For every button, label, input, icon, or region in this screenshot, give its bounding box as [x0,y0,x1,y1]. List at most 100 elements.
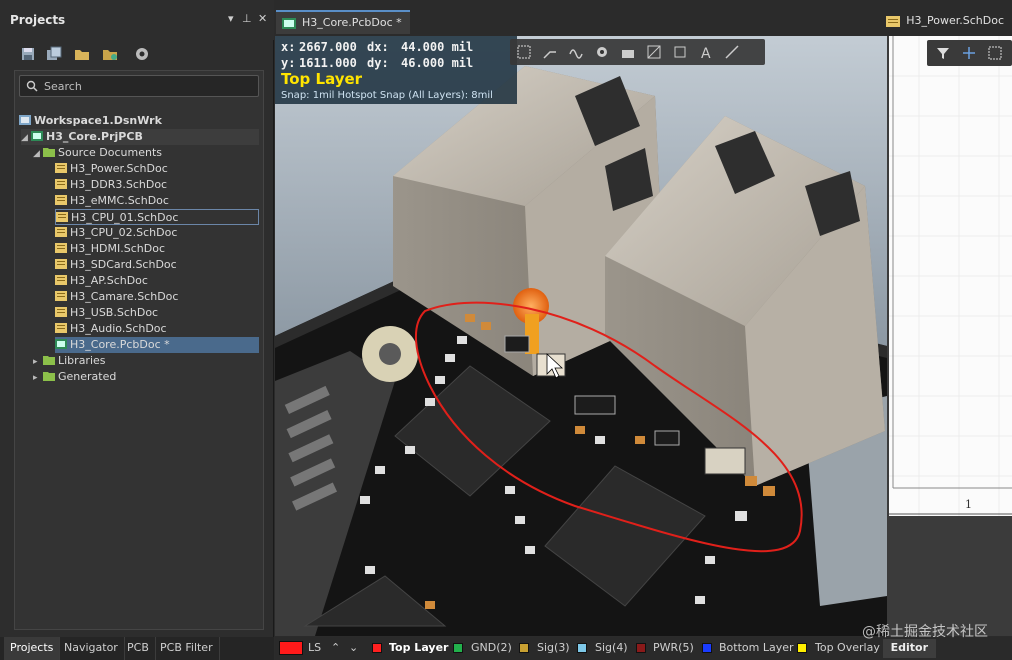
search-placeholder: Search [44,80,82,93]
layer-swatch-gnd [453,643,463,653]
scroll-up-icon[interactable]: ⌃ [331,641,340,654]
editor-tab[interactable]: Editor [882,639,936,658]
open-folder-icon[interactable] [74,46,90,62]
tree-source-folder[interactable]: ◢ Source Documents [33,145,162,161]
layer-tab-sig3[interactable]: Sig(3) [537,641,570,654]
current-layer-swatch[interactable] [279,641,303,655]
tree-doc-label: H3_Audio.SchDoc [70,322,167,335]
tree-doc-label: H3_AP.SchDoc [70,274,148,287]
tree-doc-item[interactable]: H3_Audio.SchDoc [55,321,167,337]
tree-libraries-folder[interactable]: ▸ Libraries [33,353,106,369]
hud-snap-info: Snap: 1mil Hotspot Snap (All Layers): 8m… [281,90,493,101]
layer-tab-bottom-layer[interactable]: Bottom Layer [719,641,794,654]
expand-arrow-icon[interactable]: ◢ [33,146,43,162]
layer-swatch-sig4 [577,643,587,653]
hud-dy-value: 46.000 mil [401,56,474,70]
hud-dx-value: 44.000 mil [401,40,474,54]
panel-bottom-tabs: Projects Navigator PCB PCB Filter [0,637,274,660]
tree-doc-item[interactable]: H3_Camare.SchDoc [55,289,178,305]
folder-icon [43,372,55,381]
component-icon[interactable] [672,44,688,60]
select-icon[interactable] [516,44,532,60]
document-tabs: H3_Core.PcbDoc * H3_Power.SchDoc [274,0,1012,36]
tab-label: H3_Core.PcbDoc * [302,16,402,29]
panel-menu-icon[interactable]: ▾ [228,12,234,25]
watermark-text: @稀土掘金技术社区 [862,624,988,640]
route-icon[interactable] [542,44,558,60]
tree-doc-item[interactable]: H3_CPU_02.SchDoc [55,225,177,241]
schdoc-icon [56,212,68,222]
layer-tab-pwr[interactable]: PWR(5) [653,641,694,654]
pcbdoc-icon [55,339,67,349]
tree-doc-label: H3_HDMI.SchDoc [70,242,165,255]
tree-generated-folder[interactable]: ▸ Generated [33,369,116,385]
tab-label: H3_Power.SchDoc [906,14,1004,27]
tree-doc-item[interactable]: H3_eMMC.SchDoc [55,193,169,209]
pcb-project-icon [31,131,43,141]
pin-icon[interactable]: ⊥ [242,12,252,25]
select-icon[interactable] [987,45,1003,61]
projects-tree-container: Search Workspace1.DsnWrk ◢ H3_Core.PrjPCB… [14,70,264,630]
layer-swatch-top [372,643,382,653]
text-icon[interactable]: A [698,44,714,60]
tab-pcb[interactable]: PCB [121,637,156,660]
hud-current-layer: Top Layer [281,70,363,88]
line-icon[interactable] [724,44,740,60]
svg-text:A: A [701,46,711,60]
schdoc-icon [55,323,67,333]
altium-window: Projects ▾ ⊥ ✕ Search Workspace1.DsnWrk … [0,0,1012,660]
schdoc-icon [55,163,67,173]
layer-tab-sig4[interactable]: Sig(4) [595,641,628,654]
save-icon[interactable] [20,46,36,62]
schdoc-icon [55,195,67,205]
layer-tab-top-overlay[interactable]: Top Overlay [815,641,880,654]
layer-tab-gnd[interactable]: GND(2) [471,641,512,654]
search-input[interactable]: Search [19,75,259,97]
workspace-icon [19,115,31,125]
place-via-icon[interactable] [594,44,610,60]
layer-swatch-sig3 [519,643,529,653]
collapse-arrow-icon[interactable]: ▸ [33,354,43,370]
filter-icon[interactable] [935,45,951,61]
tree-doc-item-focused[interactable]: H3_CPU_01.SchDoc [55,209,259,225]
tree-doc-item[interactable]: H3_HDMI.SchDoc [55,241,165,257]
diff-pair-icon[interactable] [568,44,584,60]
tab-h3-power-schdoc[interactable]: H3_Power.SchDoc [880,10,1012,34]
tab-pcb-filter[interactable]: PCB Filter [154,637,220,660]
tab-h3-core-pcbdoc[interactable]: H3_Core.PcbDoc * [276,10,410,34]
place-fill-icon[interactable] [620,44,636,60]
tree-workspace[interactable]: Workspace1.DsnWrk [19,113,162,129]
tree-doc-item[interactable]: H3_USB.SchDoc [55,305,158,321]
save-all-icon[interactable] [46,46,62,62]
tree-doc-item[interactable]: H3_SDCard.SchDoc [55,257,177,273]
projects-panel: Projects ▾ ⊥ ✕ Search Workspace1.DsnWrk … [0,0,274,660]
add-folder-icon[interactable] [102,46,118,62]
pcb-3d-viewport[interactable]: x: 2667.000 dx: 44.000 mil y: 1611.000 d… [275,36,887,636]
tree-doc-item[interactable]: H3_AP.SchDoc [55,273,148,289]
tab-projects[interactable]: Projects [4,637,61,660]
tree-project[interactable]: ◢ H3_Core.PrjPCB [21,129,259,145]
close-icon[interactable]: ✕ [258,12,267,25]
layer-set-button[interactable]: LS [308,641,321,654]
schdoc-icon [55,227,67,237]
tree-doc-label: H3_SDCard.SchDoc [70,258,177,271]
sheet-zone-number: 1 [965,498,972,511]
tree-doc-label: H3_CPU_01.SchDoc [71,211,179,224]
projects-panel-title: Projects [10,13,66,27]
pcbdoc-icon [282,18,296,29]
tree-doc-item-selected[interactable]: H3_Core.PcbDoc * [55,337,259,353]
polygon-icon[interactable] [646,44,662,60]
scroll-down-icon[interactable]: ⌄ [349,641,358,654]
expand-arrow-icon[interactable]: ◢ [21,130,31,146]
hud-y-label: y: [281,56,296,70]
tab-navigator[interactable]: Navigator [58,637,125,660]
schematic-sheet-view[interactable]: 1 [887,36,1012,636]
schematic-paper [889,36,1012,516]
tree-doc-item[interactable]: H3_DDR3.SchDoc [55,177,167,193]
layer-tab-top-layer[interactable]: Top Layer [389,641,448,654]
hud-x-value: 2667.000 [299,40,357,54]
collapse-arrow-icon[interactable]: ▸ [33,370,43,386]
tree-doc-item[interactable]: H3_Power.SchDoc [55,161,168,177]
move-icon[interactable] [961,45,977,61]
gear-icon[interactable] [134,46,150,62]
